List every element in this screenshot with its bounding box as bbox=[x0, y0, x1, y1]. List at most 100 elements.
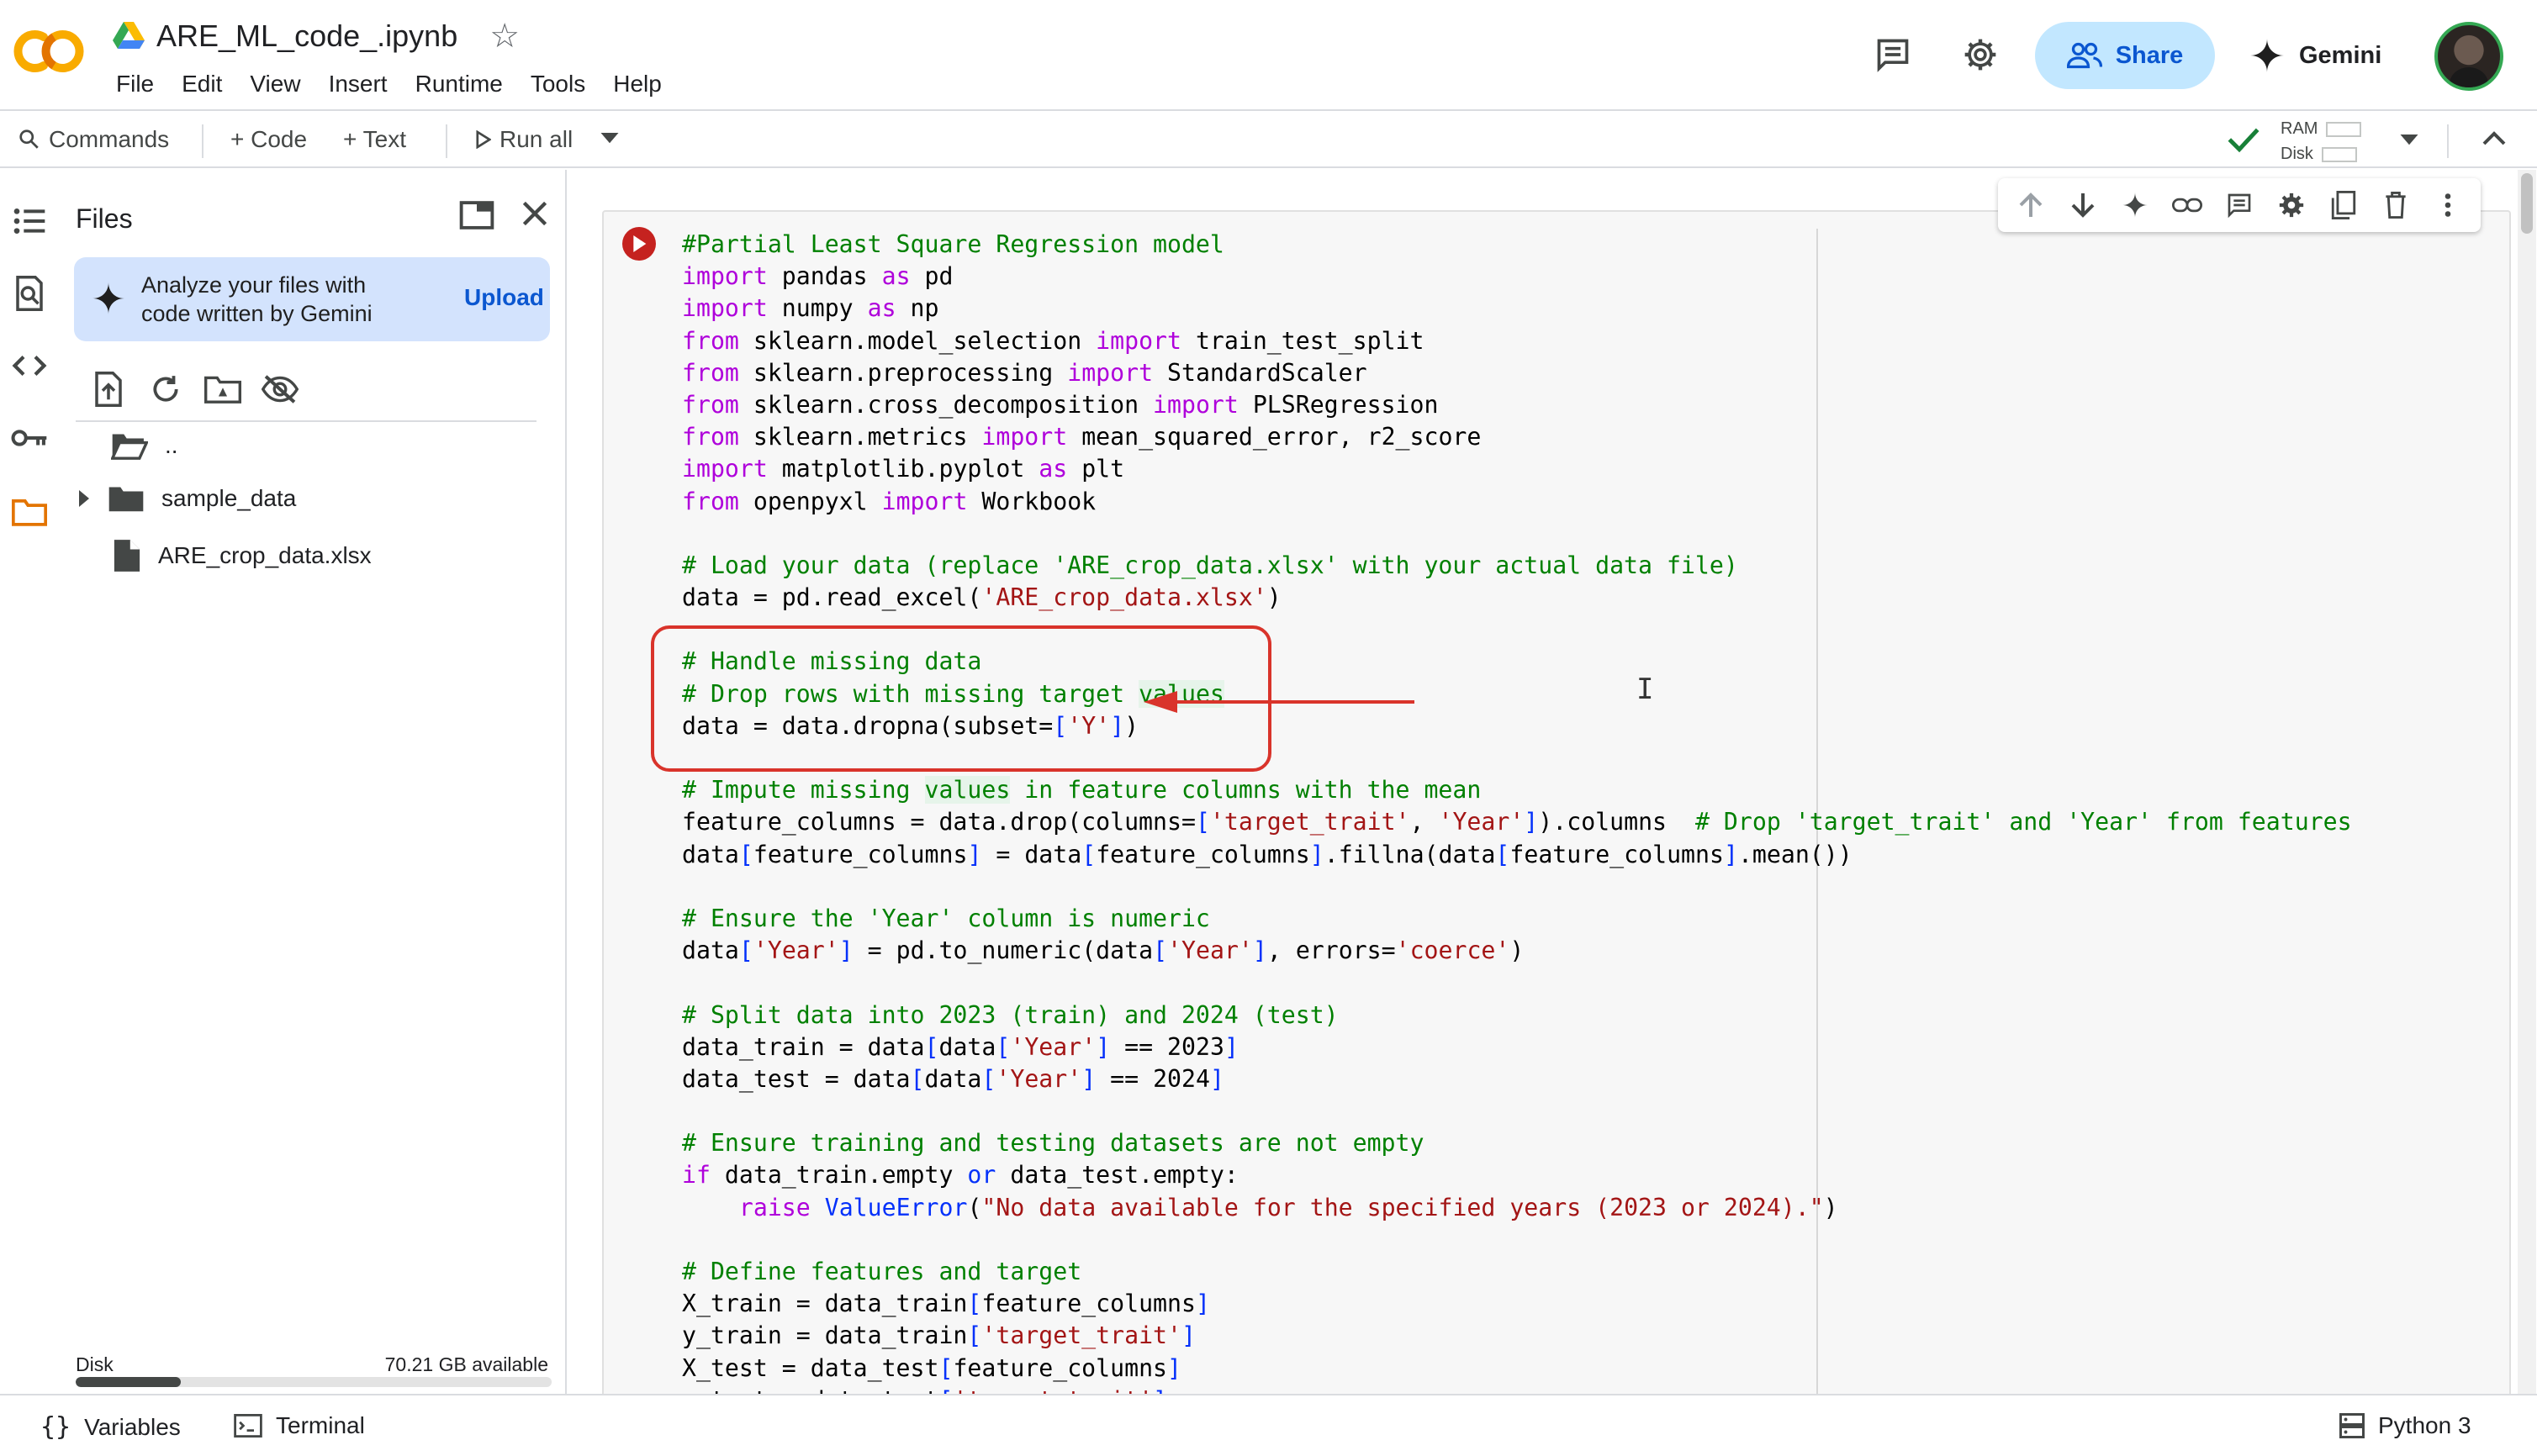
move-cell-down-icon[interactable] bbox=[2066, 188, 2100, 222]
commands-button[interactable]: Commands bbox=[18, 126, 169, 153]
terminal-button[interactable]: Terminal bbox=[234, 1412, 365, 1439]
variables-button[interactable]: {} Variables bbox=[40, 1412, 181, 1442]
terminal-icon bbox=[234, 1414, 262, 1438]
tree-row-file[interactable]: ARE_crop_data.xlsx bbox=[113, 538, 372, 573]
open-in-tab-icon[interactable] bbox=[459, 200, 496, 234]
code-line[interactable]: #Partial Least Square Regression model bbox=[682, 229, 2352, 261]
code-line[interactable]: data_test = data[data['Year'] == 2024] bbox=[682, 1063, 2352, 1095]
code-token: X_train = data_train bbox=[682, 1290, 968, 1318]
mirror-cell-icon[interactable] bbox=[2327, 188, 2360, 222]
hide-hidden-files-icon[interactable] bbox=[261, 370, 299, 409]
scrollbar-thumb[interactable] bbox=[2521, 173, 2533, 234]
close-panel-icon[interactable] bbox=[520, 198, 553, 232]
files-panel-title: Files bbox=[76, 203, 133, 234]
code-line[interactable]: import pandas as pd bbox=[682, 261, 2352, 293]
code-line[interactable]: from sklearn.preprocessing import Standa… bbox=[682, 357, 2352, 389]
code-line[interactable]: data['Year'] = pd.to_numeric(data['Year'… bbox=[682, 935, 2352, 967]
code-token: data bbox=[682, 936, 739, 965]
find-replace-icon[interactable] bbox=[10, 274, 49, 313]
comment-icon[interactable] bbox=[2223, 188, 2256, 222]
code-line[interactable] bbox=[682, 518, 2352, 550]
upload-file-icon[interactable] bbox=[89, 370, 128, 409]
code-line[interactable]: data_train = data[data['Year'] == 2023] bbox=[682, 1031, 2352, 1063]
code-line[interactable] bbox=[682, 871, 2352, 903]
cell-settings-gear-icon[interactable] bbox=[2275, 188, 2308, 222]
secrets-key-icon[interactable] bbox=[10, 419, 49, 457]
code-line[interactable]: data = pd.read_excel('ARE_crop_data.xlsx… bbox=[682, 582, 2352, 614]
move-cell-up-icon[interactable] bbox=[2014, 188, 2048, 222]
code-line[interactable]: X_train = data_train[feature_columns] bbox=[682, 1288, 2352, 1320]
code-line[interactable]: y_test = data_test['target_trait'] bbox=[682, 1385, 2352, 1394]
code-line[interactable]: from sklearn.metrics import mean_squared… bbox=[682, 421, 2352, 453]
toolbar-divider bbox=[446, 124, 447, 158]
code-line[interactable]: raise ValueError("No data available for … bbox=[682, 1192, 2352, 1224]
share-button[interactable]: Share bbox=[2035, 22, 2215, 89]
code-token: import bbox=[881, 487, 968, 515]
code-line[interactable]: if data_train.empty or data_test.empty: bbox=[682, 1159, 2352, 1191]
refresh-icon[interactable] bbox=[146, 370, 185, 409]
code-token: StandardScaler bbox=[1153, 358, 1367, 387]
settings-gear-icon[interactable] bbox=[1959, 34, 2001, 76]
code-line[interactable]: # Impute missing values in feature colum… bbox=[682, 774, 2352, 806]
tree-row-folder[interactable]: sample_data bbox=[77, 484, 296, 513]
code-line[interactable]: # Load your data (replace 'ARE_crop_data… bbox=[682, 550, 2352, 582]
menu-edit[interactable]: Edit bbox=[182, 71, 222, 98]
gemini-sparkle-icon[interactable] bbox=[2118, 188, 2152, 222]
code-line[interactable]: # Ensure the 'Year' column is numeric bbox=[682, 903, 2352, 935]
code-line[interactable]: from sklearn.model_selection import trai… bbox=[682, 325, 2352, 357]
expand-arrow-icon[interactable] bbox=[77, 490, 91, 507]
more-options-icon[interactable] bbox=[2431, 188, 2465, 222]
notebook-scrollbar[interactable] bbox=[2518, 170, 2536, 1394]
run-all-button[interactable]: Run all bbox=[476, 126, 573, 153]
code-line[interactable]: X_test = data_test[feature_columns] bbox=[682, 1353, 2352, 1385]
run-all-dropdown-icon[interactable] bbox=[600, 133, 619, 145]
code-line[interactable]: data[feature_columns] = data[feature_col… bbox=[682, 839, 2352, 871]
notebook-title[interactable]: ARE_ML_code_.ipynb bbox=[156, 18, 457, 54]
menu-insert[interactable]: Insert bbox=[329, 71, 388, 98]
code-token: matplotlib.pyplot bbox=[767, 455, 1039, 483]
code-token: values bbox=[924, 776, 1011, 804]
link-icon[interactable] bbox=[2170, 188, 2204, 222]
code-line[interactable]: from openpyxl import Workbook bbox=[682, 486, 2352, 518]
code-line[interactable]: import matplotlib.pyplot as plt bbox=[682, 453, 2352, 485]
code-line[interactable]: y_train = data_train['target_trait'] bbox=[682, 1320, 2352, 1352]
menu-runtime[interactable]: Runtime bbox=[415, 71, 503, 98]
code-line[interactable]: # Split data into 2023 (train) and 2024 … bbox=[682, 1000, 2352, 1031]
gemini-button[interactable]: Gemini bbox=[2250, 22, 2381, 89]
code-line[interactable] bbox=[682, 1095, 2352, 1127]
code-line[interactable]: from sklearn.cross_decomposition import … bbox=[682, 389, 2352, 421]
menu-view[interactable]: View bbox=[250, 71, 300, 98]
add-code-button[interactable]: + Code bbox=[230, 126, 307, 153]
files-folder-icon[interactable] bbox=[10, 493, 49, 531]
tree-row-parent[interactable]: .. bbox=[111, 430, 178, 461]
table-of-contents-icon[interactable] bbox=[10, 202, 49, 240]
connected-check-icon[interactable] bbox=[2227, 124, 2260, 155]
runtime-indicator[interactable]: Python 3 bbox=[2339, 1412, 2471, 1439]
code-snippets-icon[interactable] bbox=[10, 346, 49, 385]
code-line[interactable] bbox=[682, 1224, 2352, 1256]
mount-drive-icon[interactable] bbox=[203, 370, 242, 409]
colab-logo[interactable] bbox=[12, 22, 86, 81]
code-line[interactable]: feature_columns = data.drop(columns=['ta… bbox=[682, 806, 2352, 838]
add-text-button[interactable]: + Text bbox=[343, 126, 406, 153]
runtime-dropdown-icon[interactable] bbox=[2400, 135, 2418, 146]
comments-icon[interactable] bbox=[1872, 34, 1914, 76]
resource-indicator[interactable]: RAM Disk bbox=[2281, 116, 2362, 166]
collapse-header-icon[interactable] bbox=[2482, 129, 2506, 146]
code-token: feature_columns = data.drop(columns= bbox=[682, 808, 1196, 836]
code-editor[interactable]: #Partial Least Square Regression model im… bbox=[682, 229, 2352, 1394]
menu-file[interactable]: File bbox=[116, 71, 154, 98]
menu-help[interactable]: Help bbox=[613, 71, 662, 98]
code-token: # Load your data (replace 'ARE_crop_data… bbox=[682, 551, 1738, 579]
code-line[interactable]: # Define features and target bbox=[682, 1256, 2352, 1288]
run-cell-button[interactable] bbox=[622, 227, 656, 261]
code-line[interactable]: import numpy as np bbox=[682, 293, 2352, 324]
user-avatar[interactable] bbox=[2434, 22, 2503, 91]
upload-button[interactable]: Upload bbox=[464, 284, 544, 311]
code-line[interactable] bbox=[682, 967, 2352, 999]
code-token: [ bbox=[1081, 840, 1097, 868]
star-icon[interactable]: ☆ bbox=[489, 19, 520, 53]
menu-tools[interactable]: Tools bbox=[531, 71, 585, 98]
delete-cell-icon[interactable] bbox=[2379, 188, 2413, 222]
code-line[interactable]: # Ensure training and testing datasets a… bbox=[682, 1127, 2352, 1159]
